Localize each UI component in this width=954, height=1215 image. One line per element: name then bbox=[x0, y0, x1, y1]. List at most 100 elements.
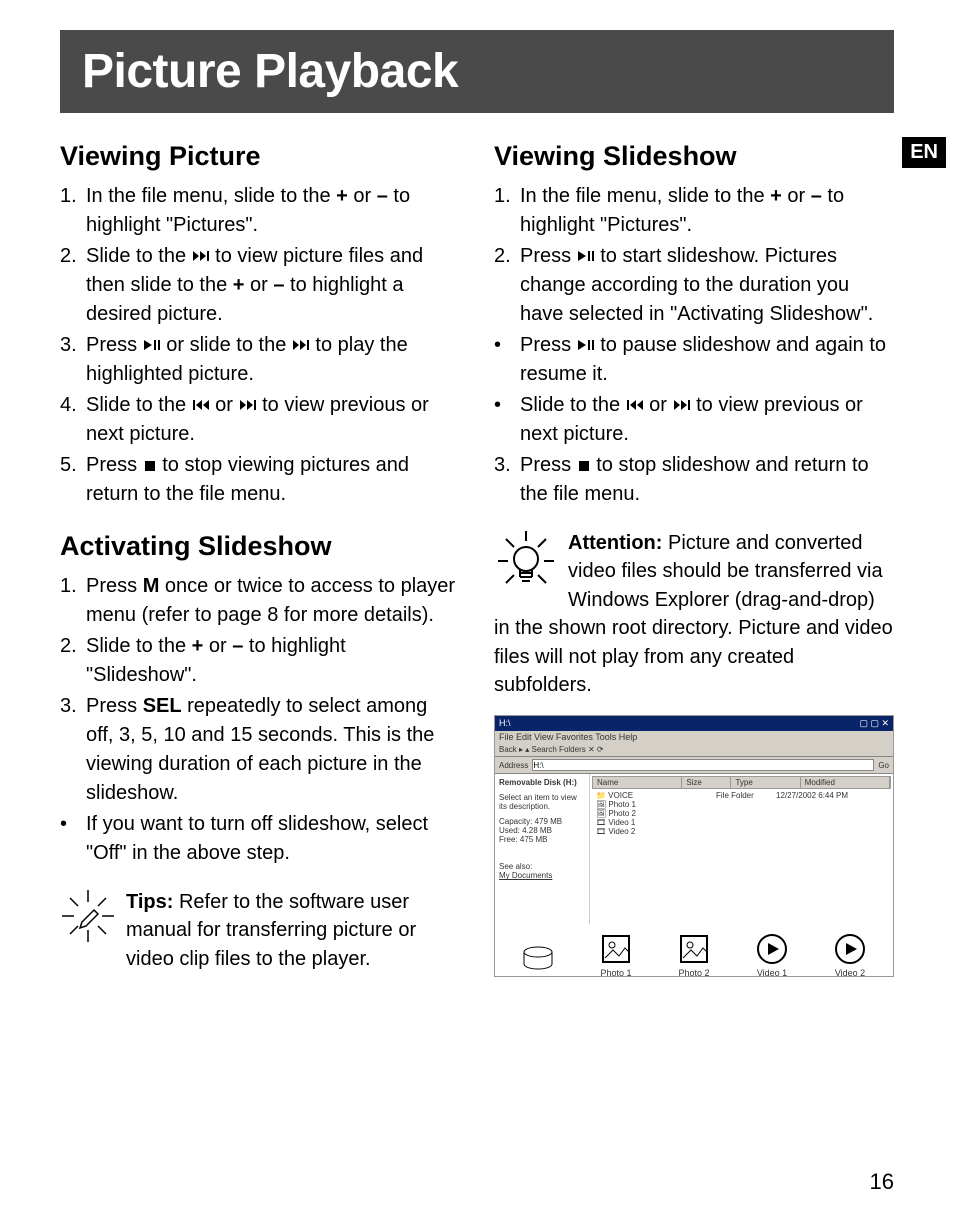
list-marker: 3. bbox=[60, 331, 86, 389]
list-text: In the file menu, slide to the + or – to… bbox=[520, 182, 894, 240]
list-item: 4.Slide to the or to view previous or ne… bbox=[60, 391, 460, 449]
list-item: •Slide to the or to view previous or nex… bbox=[494, 391, 894, 449]
sp-hdr-name: Name bbox=[593, 777, 682, 788]
list-marker: 4. bbox=[60, 391, 86, 449]
tips-callout: Tips: Refer to the software user manual … bbox=[60, 888, 460, 973]
sp-file-row: 🖼 Photo 2 bbox=[596, 809, 887, 818]
list-text: In the file menu, slide to the + or – to… bbox=[86, 182, 460, 240]
tips-label: Tips: bbox=[126, 891, 173, 913]
heading-activating-slideshow: Activating Slideshow bbox=[60, 531, 460, 562]
sp-title: H:\ bbox=[499, 718, 511, 729]
sp-see-also: See also: bbox=[499, 862, 585, 871]
sp-menu: File Edit View Favorites Tools Help bbox=[495, 731, 893, 743]
bold-text: + bbox=[770, 185, 782, 207]
list-text: Press to stop slideshow and return to th… bbox=[520, 451, 894, 509]
bold-text: + bbox=[336, 185, 348, 207]
list-marker: 1. bbox=[494, 182, 520, 240]
sp-right-pane: Name Size Type Modified 📁 VOICEFile Fold… bbox=[590, 774, 893, 924]
sp-file-row: 🖼 Photo 1 bbox=[596, 800, 887, 809]
sp-my-docs: My Documents bbox=[499, 871, 585, 880]
sp-used: Used: 4.28 MB bbox=[499, 826, 585, 835]
playpause-icon bbox=[577, 339, 595, 351]
sp-hdr-size: Size bbox=[682, 777, 731, 788]
bold-text: – bbox=[377, 185, 388, 207]
bold-text: SEL bbox=[143, 695, 182, 717]
list-marker: 2. bbox=[494, 242, 520, 329]
list-text: Press M once or twice to access to playe… bbox=[86, 572, 460, 630]
list-text: Press to start slideshow. Pictures chang… bbox=[520, 242, 894, 329]
bold-text: – bbox=[232, 635, 243, 657]
list-text: Slide to the + or – to highlight "Slides… bbox=[86, 632, 460, 690]
prev-icon bbox=[626, 399, 644, 411]
sp-hdr-mod: Modified bbox=[801, 777, 890, 788]
sp-column-headers: Name Size Type Modified bbox=[592, 776, 891, 789]
sp-left-pane: Removable Disk (H:) Select an item to vi… bbox=[495, 774, 590, 924]
sp-file-row: 🎞 Video 2 bbox=[596, 827, 887, 836]
sp-hdr-type: Type bbox=[731, 777, 800, 788]
stop-icon bbox=[143, 459, 157, 471]
list-item: 3.Press SEL repeatedly to select among o… bbox=[60, 692, 460, 808]
sp-file-row: 🎞 Video 1 bbox=[596, 818, 887, 827]
list-marker: 1. bbox=[60, 182, 86, 240]
list-marker: 3. bbox=[60, 692, 86, 808]
next-icon bbox=[673, 399, 691, 411]
bold-text: + bbox=[233, 274, 245, 296]
bold-text: – bbox=[811, 185, 822, 207]
right-column: EN Viewing Slideshow 1.In the file menu,… bbox=[494, 137, 894, 977]
list-item: 3.Press or slide to the to play the high… bbox=[60, 331, 460, 389]
drive-icon bbox=[521, 942, 555, 977]
list-item: •Press to pause slideshow and again to r… bbox=[494, 331, 894, 389]
sp-titlebar: H:\ ▢ ▢ ✕ bbox=[495, 716, 893, 731]
list-item: 2.Slide to the to view picture files and… bbox=[60, 242, 460, 329]
pencil-icon bbox=[60, 888, 116, 952]
attention-label: Attention: bbox=[568, 532, 662, 554]
tips-body: Tips: Refer to the software user manual … bbox=[126, 888, 460, 973]
list-text: Press SEL repeatedly to select among off… bbox=[86, 692, 460, 808]
list-marker: • bbox=[60, 810, 86, 868]
list-item: 3.Press to stop slideshow and return to … bbox=[494, 451, 894, 509]
photo-file-icon: Photo 1 bbox=[599, 932, 633, 977]
lightbulb-icon bbox=[494, 529, 558, 603]
list-marker: 5. bbox=[60, 451, 86, 509]
bold-text: – bbox=[273, 274, 284, 296]
sp-address-bar: Address Go bbox=[495, 757, 893, 774]
list-text: If you want to turn off slideshow, selec… bbox=[86, 810, 460, 868]
sp-file-row: 📁 VOICEFile Folder12/27/2002 6:44 PM bbox=[596, 791, 887, 800]
sp-icons-row: Photo 1Photo 2Video 1Video 2 bbox=[495, 924, 893, 977]
sp-capacity: Capacity: 479 MB bbox=[499, 817, 585, 826]
heading-viewing-slideshow: Viewing Slideshow bbox=[494, 141, 894, 172]
list-marker: • bbox=[494, 331, 520, 389]
list-item: 1.Press M once or twice to access to pla… bbox=[60, 572, 460, 630]
list-marker: 1. bbox=[60, 572, 86, 630]
list-activating-slideshow: 1.Press M once or twice to access to pla… bbox=[60, 572, 460, 868]
list-item: •If you want to turn off slideshow, sele… bbox=[60, 810, 460, 868]
stop-icon bbox=[577, 459, 591, 471]
sp-toolbar: Back ▸ ▴ Search Folders ✕ ⟳ bbox=[495, 743, 893, 757]
sp-select-hint: Select an item to view its description. bbox=[499, 793, 585, 811]
sp-free: Free: 475 MB bbox=[499, 835, 585, 844]
section-viewing-slideshow: Viewing Slideshow 1.In the file menu, sl… bbox=[494, 141, 894, 509]
list-text: Press or slide to the to play the highli… bbox=[86, 331, 460, 389]
page-title: Picture Playback bbox=[82, 44, 872, 99]
heading-viewing-picture: Viewing Picture bbox=[60, 141, 460, 172]
video-file-icon: Video 2 bbox=[833, 932, 867, 977]
list-text: Slide to the to view picture files and t… bbox=[86, 242, 460, 329]
list-marker: 2. bbox=[60, 242, 86, 329]
page-title-bar: Picture Playback bbox=[60, 30, 894, 113]
next-icon bbox=[292, 339, 310, 351]
list-marker: 3. bbox=[494, 451, 520, 509]
list-item: 1.In the file menu, slide to the + or – … bbox=[60, 182, 460, 240]
list-text: Press to stop viewing pictures and retur… bbox=[86, 451, 460, 509]
sp-addr-input[interactable] bbox=[532, 759, 874, 771]
language-badge: EN bbox=[902, 137, 946, 168]
list-text: Press to pause slideshow and again to re… bbox=[520, 331, 894, 389]
attention-callout: Attention: Picture and converted video f… bbox=[494, 529, 894, 699]
list-text: Slide to the or to view previous or next… bbox=[86, 391, 460, 449]
list-item: 2.Press to start slideshow. Pictures cha… bbox=[494, 242, 894, 329]
list-item: 5.Press to stop viewing pictures and ret… bbox=[60, 451, 460, 509]
playpause-icon bbox=[143, 339, 161, 351]
sp-disk-title: Removable Disk (H:) bbox=[499, 778, 585, 787]
prev-icon bbox=[192, 399, 210, 411]
list-item: 1.In the file menu, slide to the + or – … bbox=[494, 182, 894, 240]
section-viewing-picture: Viewing Picture 1.In the file menu, slid… bbox=[60, 141, 460, 509]
